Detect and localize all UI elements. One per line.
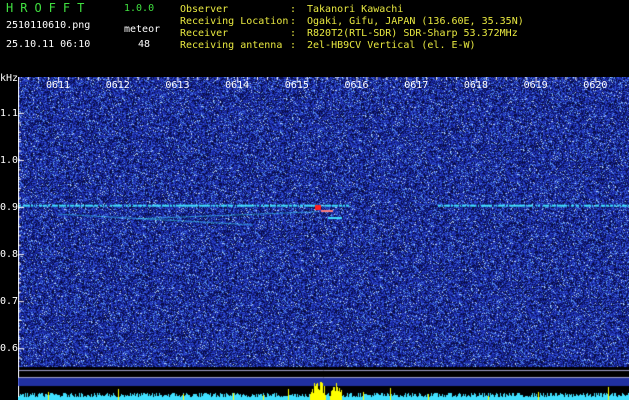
y-tick-label: 0.8: [0, 249, 19, 261]
info-key-receiver: Receiver: [180, 28, 229, 39]
info-key-location: Receiving Location: [180, 16, 289, 27]
x-tick-label: 0616: [344, 80, 369, 91]
info-colon: :: [290, 40, 297, 51]
y-tick-label: 0.9: [0, 202, 19, 214]
x-tick-label: 0617: [404, 80, 429, 91]
y-axis-unit: kHz: [0, 73, 19, 84]
x-tick-label: 0615: [284, 80, 309, 91]
filename: 2510110610.png: [6, 20, 91, 31]
info-colon: :: [290, 28, 297, 39]
info-key-antenna: Receiving antenna: [180, 40, 283, 51]
info-value-location: Ogaki, Gifu, JAPAN (136.60E, 35.35N): [307, 16, 524, 27]
hrofft-window: HROFFT 1.0.0 2510110610.png meteor 25.10…: [0, 0, 629, 400]
info-colon: :: [290, 4, 297, 15]
y-tick-label: 1.0: [0, 154, 19, 166]
x-tick-label: 0618: [463, 80, 488, 91]
timestamp: 25.10.11 06:10: [6, 39, 91, 50]
info-key-observer: Observer: [180, 4, 229, 15]
x-tick-label: 0613: [165, 80, 190, 91]
info-colon: :: [290, 16, 297, 27]
x-tick-label: 0620: [583, 80, 608, 91]
x-tick-label: 0611: [46, 80, 71, 91]
y-tick-label: 0.7: [0, 296, 19, 308]
info-value-observer: Takanori Kawachi: [307, 4, 404, 15]
y-tick-label: 0.6: [0, 343, 19, 355]
x-tick-label: 0612: [105, 80, 130, 91]
info-value-receiver: R820T2(RTL-SDR) SDR-Sharp 53.372MHz: [307, 28, 518, 39]
x-tick-label: 0619: [523, 80, 548, 91]
app-title: HROFFT: [6, 1, 92, 15]
spectrogram-canvas: [18, 77, 629, 400]
meteor-label: meteor: [124, 24, 161, 35]
info-value-antenna: 2el-HB9CV Vertical (el. E-W): [307, 40, 476, 51]
app-version: 1.0.0: [124, 3, 155, 14]
meteor-count: 48: [138, 39, 151, 50]
y-tick-label: 1.1: [0, 107, 19, 119]
x-tick-label: 0614: [225, 80, 250, 91]
